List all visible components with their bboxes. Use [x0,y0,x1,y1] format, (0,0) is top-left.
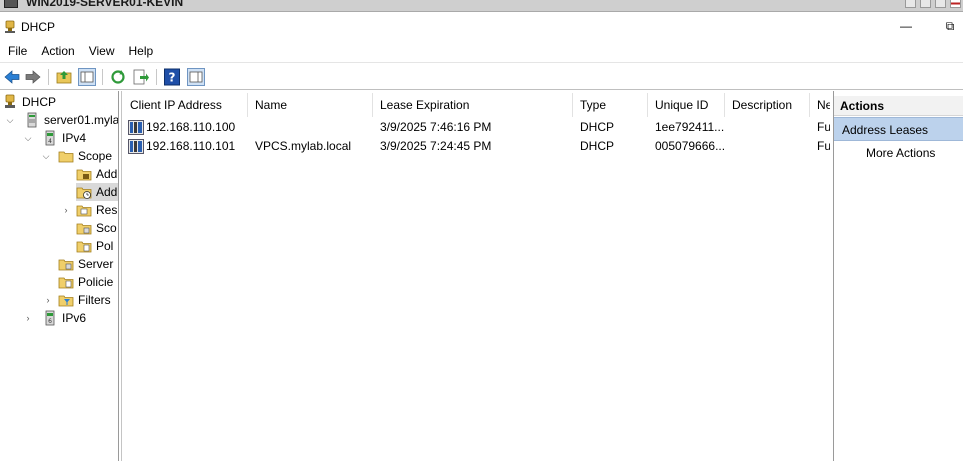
actions-pane: Actions Address Leases More Actions [833,91,963,461]
tree-item-scope-policies[interactable]: Pol [76,237,113,255]
tree-item-dhcp[interactable]: DHCP [2,93,56,111]
tree-item-filters[interactable]: › Filters [42,291,111,309]
policies-icon [58,277,74,289]
menu-file[interactable]: File [0,42,34,60]
restore-button[interactable]: ⧉ [942,18,958,34]
lease-ip: 192.168.110.100 [146,120,236,134]
dhcp-root-icon [5,94,15,108]
up-folder-icon[interactable] [55,68,73,86]
menu-view[interactable]: View [82,42,122,60]
lease-expiration: 3/9/2025 7:46:16 PM [380,120,492,134]
show-hide-tree-icon[interactable] [78,68,96,86]
vm-minimize-icon[interactable] [935,0,946,8]
expand-chevron-icon[interactable]: › [22,309,34,327]
toolbar-separator [102,69,103,85]
lease-expiration: 3/9/2025 7:24:45 PM [380,139,492,153]
column-header-lease-expiration[interactable]: Lease Expiration [373,93,573,117]
toolbar-separator [156,69,157,85]
folder-icon [58,151,74,163]
show-hide-action-pane-icon[interactable] [187,68,205,86]
dhcp-app-icon [5,20,15,33]
address-pool-icon [76,169,92,181]
actions-section-address-leases[interactable]: Address Leases [834,117,963,141]
address-leases-icon [76,187,92,199]
collapse-chevron-icon[interactable]: ⌵ [22,129,34,147]
vm-maximize-icon[interactable] [920,0,931,8]
svg-text:?: ? [169,71,176,85]
menubar: File Action View Help [0,42,963,60]
expand-chevron-icon[interactable]: › [60,201,72,219]
vm-window-controls [905,0,961,8]
tree-item-address-leases[interactable]: Add [76,183,118,201]
vm-titlebar: WIN2019-SERVER01-KEVIN [0,0,963,12]
table-row[interactable]: 192.168.110.100 3/9/2025 7:46:16 PM DHCP… [122,118,830,137]
lease-ip: 192.168.110.101 [146,139,236,153]
column-header-ne[interactable]: Ne [810,93,830,117]
list-header: Client IP Address Name Lease Expiration … [122,93,830,117]
minimize-button[interactable]: — [898,18,914,34]
lease-unique-id: 1ee792411... [655,120,725,134]
lease-name: VPCS.mylab.local [255,139,352,153]
tree-item-server-options[interactable]: Server [58,255,113,273]
expand-chevron-icon[interactable]: › [42,291,54,309]
language-flag-icon[interactable] [950,0,961,8]
tree-item-address-pool[interactable]: Add [76,165,117,183]
column-header-client-ip[interactable]: Client IP Address [123,93,248,117]
export-list-icon[interactable] [132,68,150,86]
server-icon [27,112,37,128]
filters-icon [58,295,74,307]
scope-options-icon [76,223,92,235]
tree-item-ipv4[interactable]: ⌵ 4 IPv4 [22,129,86,147]
lease-client-icon [128,120,144,135]
forward-arrow-icon[interactable] [24,68,42,86]
reservations-icon [76,205,92,217]
menu-help[interactable]: Help [122,42,161,60]
lease-ne: Fu [817,139,830,153]
tree-item-server01[interactable]: ⌵ server01.mylab [4,111,118,129]
lease-type: DHCP [580,120,615,134]
column-header-type[interactable]: Type [573,93,648,117]
policies-icon [76,241,92,253]
lease-ne: Fu [817,120,830,134]
column-header-description[interactable]: Description [725,93,810,117]
svg-text:6: 6 [48,318,52,325]
collapse-chevron-icon[interactable]: ⌵ [40,147,52,165]
vm-restore-icon[interactable] [905,0,916,8]
table-row[interactable]: 192.168.110.101 VPCS.mylab.local 3/9/202… [122,137,830,156]
column-header-name[interactable]: Name [248,93,373,117]
app-titlebar: DHCP — ⧉ [0,12,963,42]
toolbar: ? [0,62,963,90]
ipv6-icon: 6 [45,310,55,326]
menu-action[interactable]: Action [34,42,81,60]
tree-item-scope-options[interactable]: Sco [76,219,117,237]
tree-item-ipv6[interactable]: › 6 IPv6 [22,309,86,327]
address-leases-list: Client IP Address Name Lease Expiration … [121,91,830,461]
collapse-chevron-icon[interactable]: ⌵ [4,111,16,129]
tree-item-reservations[interactable]: › Res [60,201,118,219]
ipv4-icon: 4 [45,130,55,146]
vm-monitor-icon [4,0,18,8]
lease-client-icon [128,139,144,154]
back-arrow-icon[interactable] [3,68,21,86]
server-options-icon [58,259,74,271]
toolbar-separator [48,69,49,85]
lease-type: DHCP [580,139,615,153]
console-tree: DHCP ⌵ server01.mylab ⌵ 4 IPv4 ⌵ Scope A… [0,91,119,461]
column-header-unique-id[interactable]: Unique ID [648,93,725,117]
app-title: DHCP [21,20,56,34]
refresh-icon[interactable] [109,68,127,86]
actions-header: Actions [834,96,963,116]
lease-unique-id: 005079666... [655,139,725,153]
tree-item-scope[interactable]: ⌵ Scope [40,147,112,165]
more-actions-link[interactable]: More Actions [866,143,935,163]
vm-title: WIN2019-SERVER01-KEVIN [26,0,184,9]
help-icon[interactable]: ? [163,68,181,86]
tree-item-policies[interactable]: Policie [58,273,113,291]
svg-text:4: 4 [48,138,52,145]
